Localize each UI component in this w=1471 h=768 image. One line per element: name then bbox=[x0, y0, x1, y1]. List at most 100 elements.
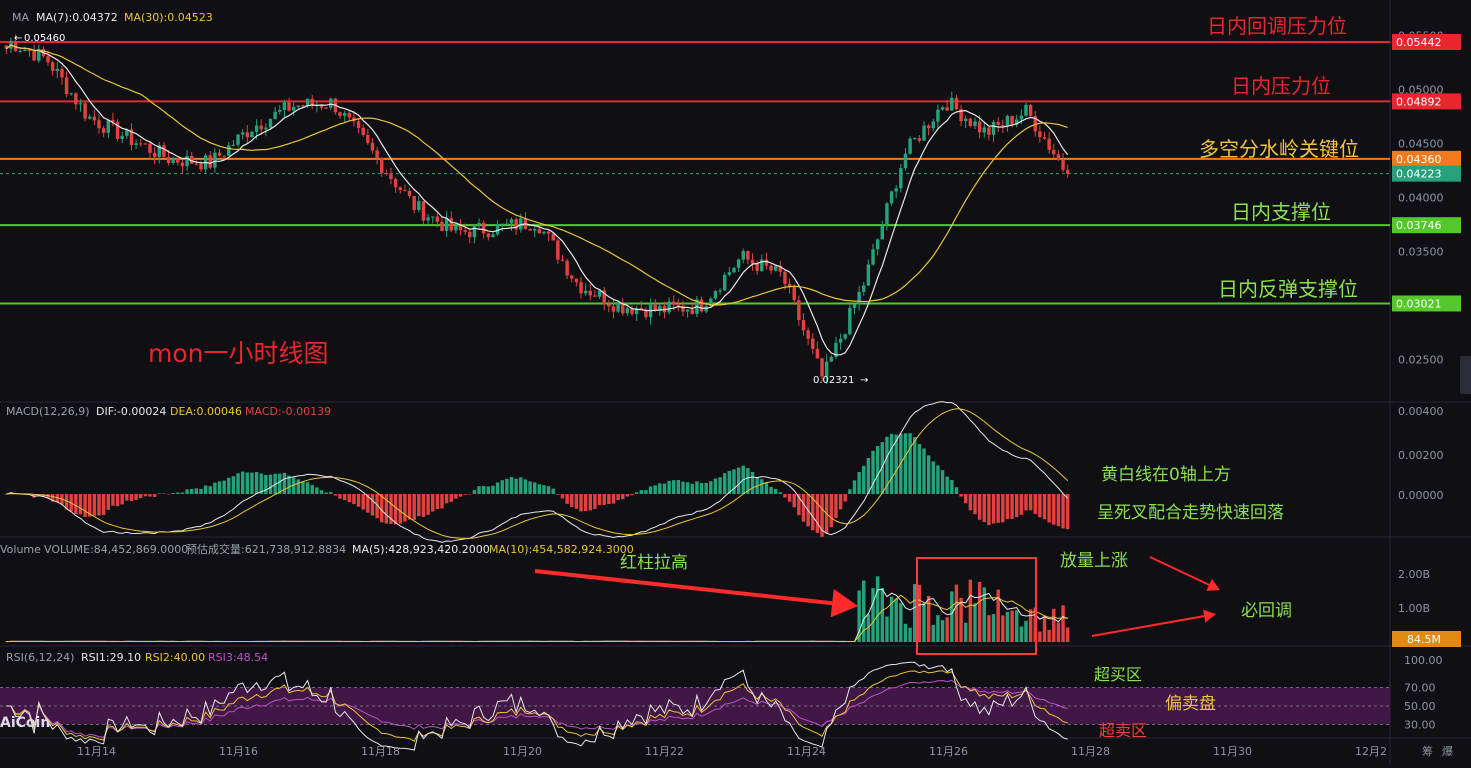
candle-body bbox=[1005, 115, 1010, 126]
current-price-label: 0.04223 bbox=[1396, 168, 1442, 181]
macd-histogram-bar bbox=[157, 493, 161, 494]
volume-bar bbox=[1038, 631, 1042, 642]
macd-histogram-bar bbox=[398, 494, 402, 524]
candle-body bbox=[1056, 154, 1061, 160]
candle-body bbox=[973, 121, 977, 126]
candle-body bbox=[412, 195, 416, 210]
candle-body bbox=[982, 127, 986, 133]
candle-body bbox=[347, 113, 352, 118]
candle-body bbox=[811, 338, 815, 349]
macd-histogram-bar bbox=[213, 482, 217, 494]
candle-body bbox=[199, 164, 203, 170]
candle-body bbox=[801, 319, 806, 331]
macd-histogram-bar bbox=[403, 494, 407, 522]
candle-body bbox=[838, 338, 843, 343]
candle-body bbox=[393, 178, 398, 188]
macd-histogram-bar bbox=[760, 479, 764, 494]
candle-body bbox=[936, 109, 940, 122]
volume-tick-label: 1.00B bbox=[1398, 602, 1430, 615]
macd-note: 黄白线在0轴上方 bbox=[1101, 465, 1231, 485]
macd-histogram-bar bbox=[222, 480, 226, 494]
volume-bar bbox=[880, 587, 885, 642]
candle-body bbox=[917, 138, 922, 141]
candle-body bbox=[866, 264, 871, 286]
macd-histogram-bar bbox=[532, 482, 537, 494]
x-axis-label: 11月30 bbox=[1213, 745, 1252, 758]
candle-body bbox=[310, 98, 314, 106]
macd-histogram-bar bbox=[514, 478, 518, 494]
macd-histogram-bar bbox=[454, 494, 458, 499]
candle-body bbox=[616, 303, 620, 312]
candle-body bbox=[440, 221, 444, 231]
volume-bar bbox=[1014, 610, 1019, 642]
macd-histogram-bar bbox=[370, 494, 375, 516]
macd-histogram-bar bbox=[662, 483, 667, 494]
macd-histogram-bar bbox=[500, 480, 504, 494]
candle-body bbox=[69, 93, 73, 95]
candle-body bbox=[324, 107, 328, 109]
candle-body bbox=[398, 187, 402, 191]
volume-bar bbox=[940, 620, 945, 642]
macd-histogram-bar bbox=[672, 480, 676, 494]
x-axis-label: 11月14 bbox=[77, 745, 116, 758]
candle-body bbox=[213, 152, 217, 168]
candle-body bbox=[551, 233, 555, 241]
macd-histogram-bar bbox=[296, 479, 301, 494]
macd-histogram-bar bbox=[713, 478, 718, 494]
macd-histogram-bar bbox=[848, 489, 852, 494]
candle-body bbox=[287, 102, 291, 111]
macd-histogram-bar bbox=[834, 494, 838, 518]
candle-body bbox=[556, 240, 560, 260]
macd-tick-label: 0.00400 bbox=[1398, 405, 1444, 418]
candle-body bbox=[750, 259, 755, 264]
rsi1: RSI1:29.10 bbox=[81, 651, 141, 664]
candle-body bbox=[505, 223, 509, 225]
macd-histogram-bar bbox=[83, 494, 87, 517]
level-name: 多空分水岭关键位 bbox=[1199, 137, 1359, 161]
volume-bar bbox=[1010, 610, 1014, 642]
volume-bar bbox=[945, 617, 949, 642]
candle-body bbox=[1061, 159, 1065, 170]
candle-body bbox=[60, 68, 64, 78]
macd-histogram-bar bbox=[468, 494, 472, 495]
candle-body bbox=[458, 225, 463, 231]
volume-name: Volume bbox=[0, 543, 41, 556]
rsi-tick-label: 100.00 bbox=[1404, 654, 1443, 667]
candle-body bbox=[194, 163, 199, 165]
candle-body bbox=[491, 234, 495, 238]
volume-bar bbox=[1047, 629, 1051, 642]
macd-histogram-bar bbox=[1014, 494, 1019, 518]
macd-histogram-bar bbox=[1061, 494, 1065, 529]
candle-body bbox=[92, 116, 97, 121]
trading-chart[interactable]: 0.055000.050000.045000.040000.035000.030… bbox=[0, 0, 1471, 764]
macd-histogram-bar bbox=[421, 494, 426, 517]
candle-body bbox=[468, 231, 472, 238]
candle-body bbox=[560, 259, 565, 261]
high-arrow: ← bbox=[14, 33, 22, 44]
macd-histogram-bar bbox=[676, 480, 681, 494]
macd-histogram-bar bbox=[667, 480, 671, 494]
macd-histogram-bar bbox=[982, 494, 986, 522]
candle-body bbox=[991, 121, 996, 135]
price-tick-label: 0.04000 bbox=[1398, 192, 1444, 205]
macd-histogram-bar bbox=[778, 492, 783, 494]
candle-body bbox=[1038, 131, 1042, 138]
macd-histogram-bar bbox=[959, 494, 963, 497]
macd-histogram-bar bbox=[727, 470, 732, 494]
candle-body bbox=[546, 231, 551, 234]
rsi-tick-label: 50.00 bbox=[1404, 700, 1436, 713]
x-axis-right-label: 爆 bbox=[1442, 744, 1453, 758]
macd-histogram-bar bbox=[681, 481, 685, 494]
candle-body bbox=[431, 216, 435, 218]
level-name: 日内回调压力位 bbox=[1207, 14, 1347, 38]
side-collapse-tab[interactable] bbox=[1460, 356, 1471, 394]
volume-bar bbox=[954, 584, 959, 642]
candle-body bbox=[607, 304, 611, 307]
macd-histogram-bar bbox=[551, 488, 555, 494]
candle-body bbox=[78, 103, 83, 105]
macd-histogram-bar bbox=[1010, 494, 1014, 519]
macd-histogram-bar bbox=[773, 488, 778, 494]
macd-histogram-bar bbox=[523, 479, 528, 494]
macd-histogram-bar bbox=[254, 472, 259, 494]
candle-body bbox=[570, 275, 574, 279]
